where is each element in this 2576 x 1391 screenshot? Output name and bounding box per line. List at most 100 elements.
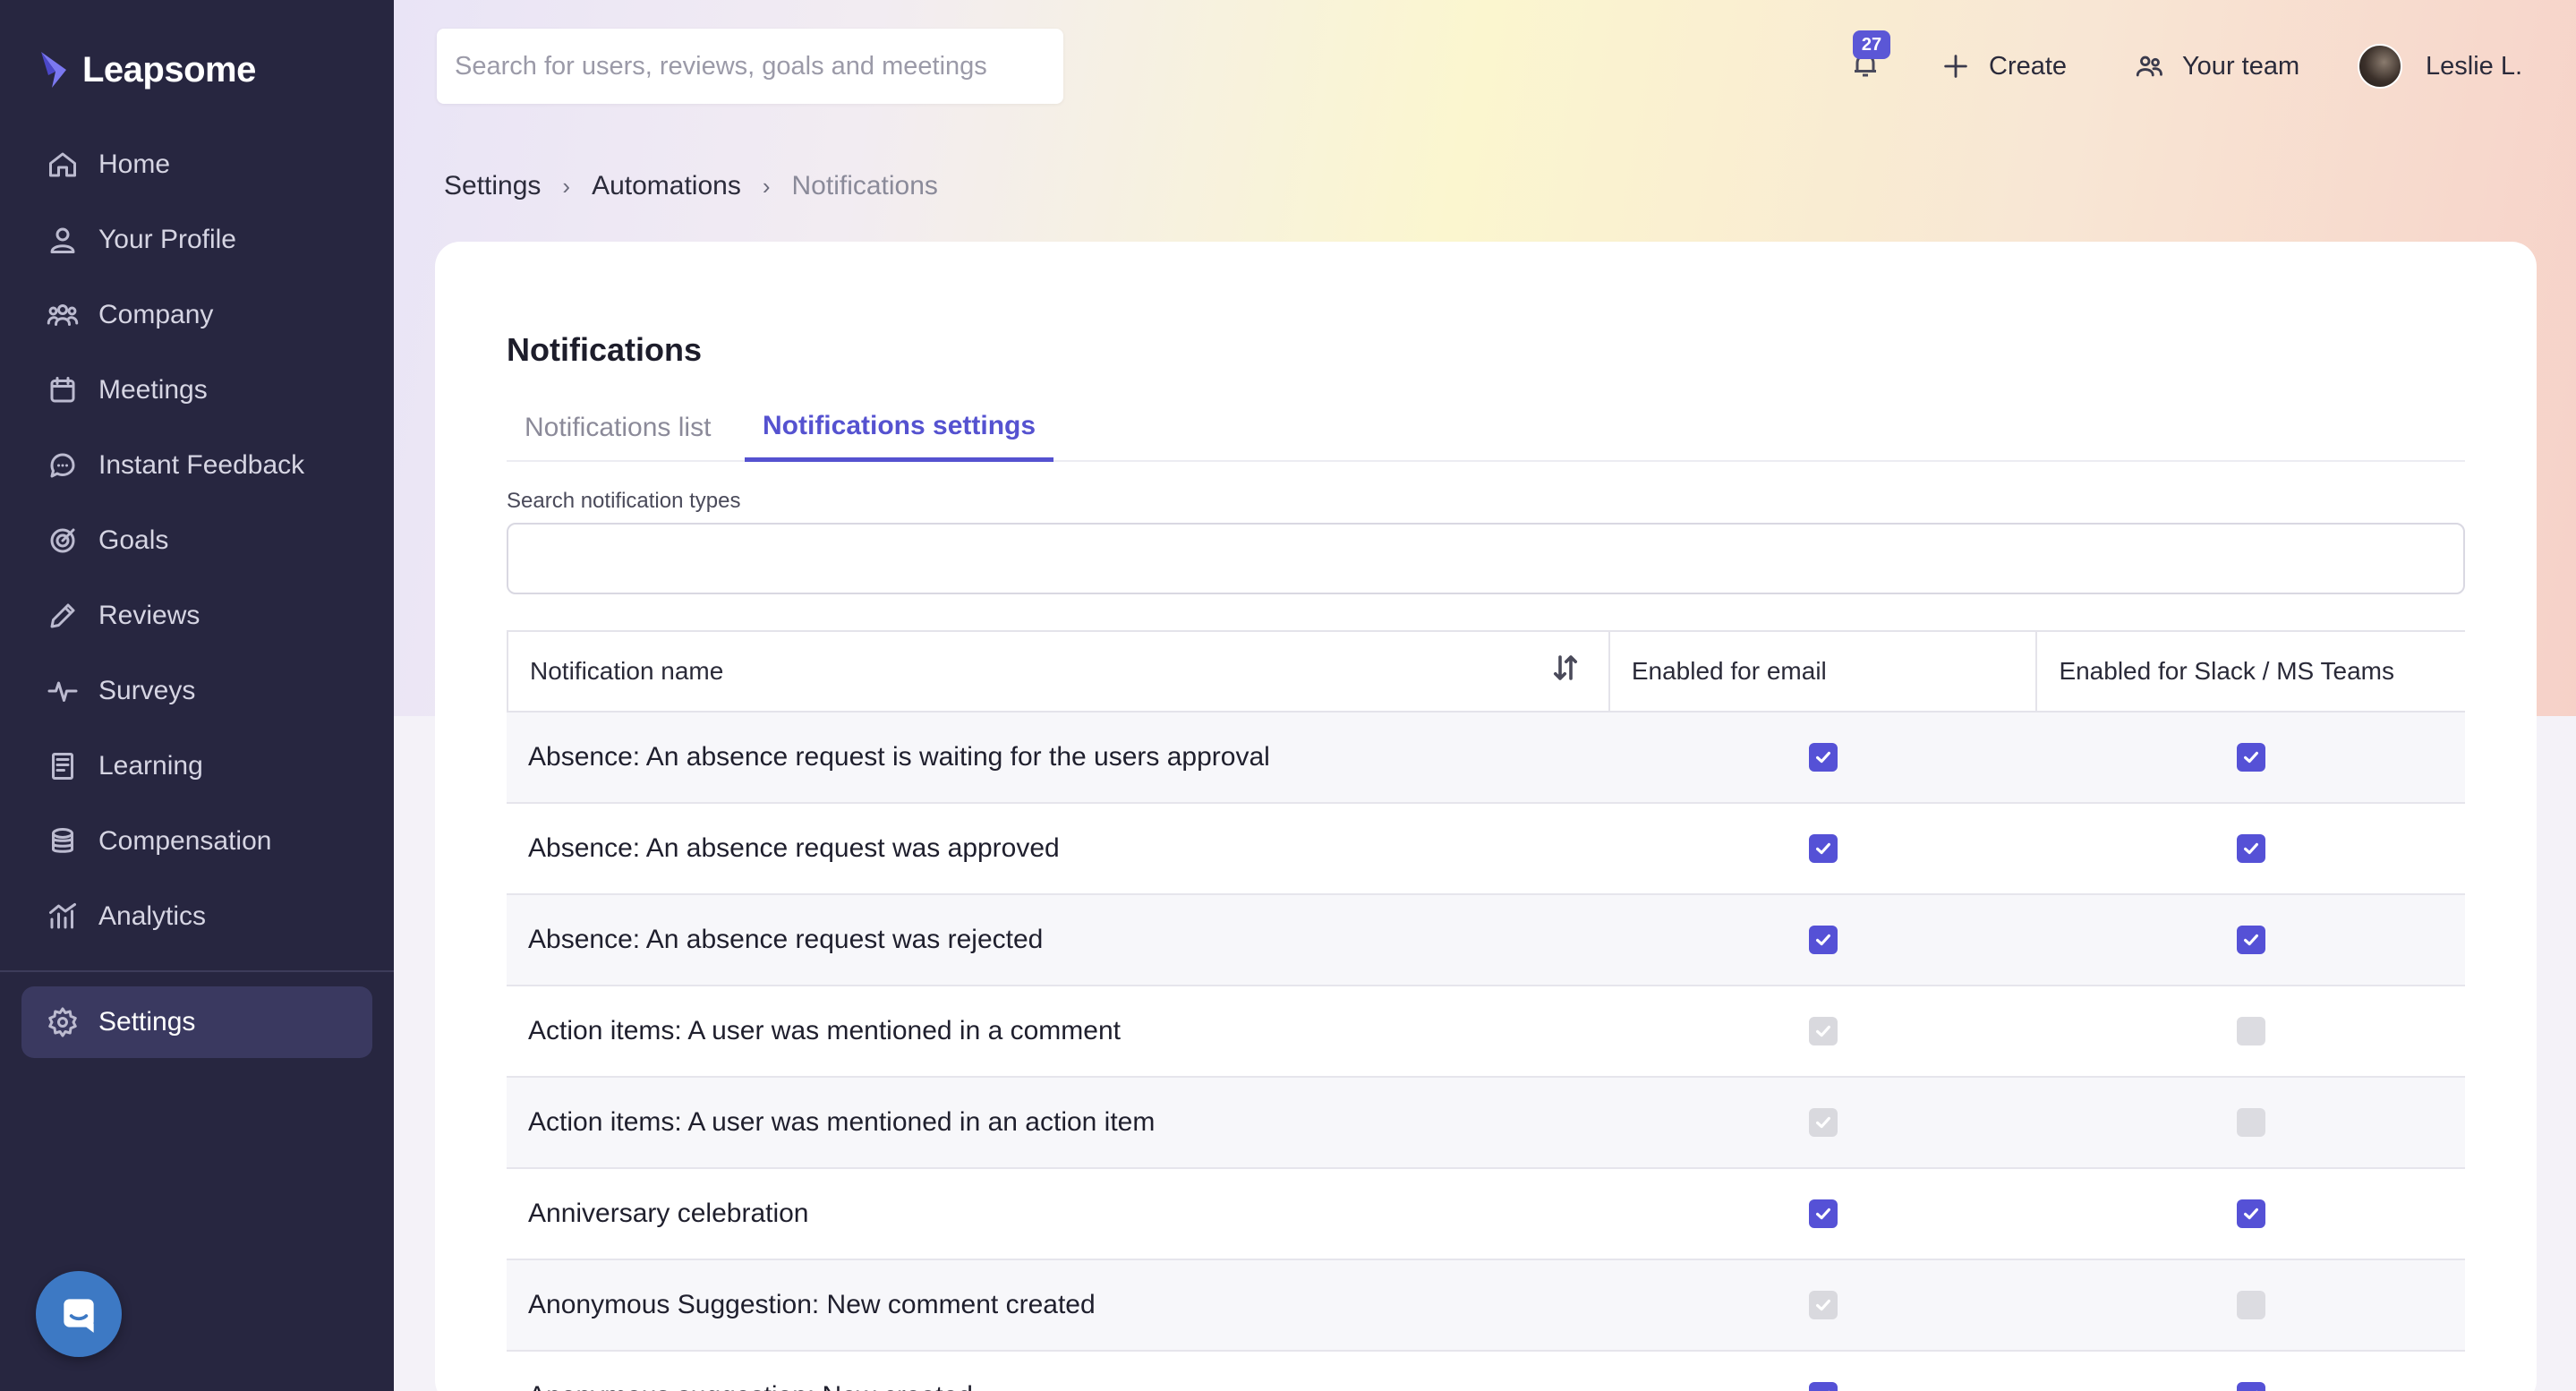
email-enabled-checkbox[interactable] bbox=[1809, 743, 1838, 772]
pencil-icon bbox=[45, 598, 81, 634]
table-row: Absence: An absence request is waiting f… bbox=[507, 713, 2465, 804]
notification-name: Absence: An absence request is waiting f… bbox=[528, 742, 1270, 772]
breadcrumb-automations[interactable]: Automations bbox=[592, 171, 741, 201]
sidebar-item-company[interactable]: Company bbox=[21, 277, 372, 353]
email-enabled-checkbox[interactable] bbox=[1809, 834, 1838, 863]
leapsome-logo[interactable]: Leapsome bbox=[39, 45, 256, 95]
chat-icon bbox=[45, 448, 81, 483]
table-row: Anonymous Suggestion: New comment create… bbox=[507, 1260, 2465, 1352]
sidebar-item-label: Surveys bbox=[98, 676, 196, 705]
sidebar-item-learning[interactable]: Learning bbox=[21, 729, 372, 804]
notification-name: Action items: A user was mentioned in a … bbox=[528, 1016, 1121, 1045]
table-row: Action items: A user was mentioned in a … bbox=[507, 986, 2465, 1078]
email-enabled-checkbox[interactable] bbox=[1809, 926, 1838, 954]
search-notification-types-input[interactable] bbox=[507, 523, 2465, 594]
slack-cell bbox=[2037, 926, 2465, 954]
table-row: Anonymous suggestion: New created bbox=[507, 1352, 2465, 1391]
notifications-button[interactable]: 27 bbox=[1840, 30, 1894, 84]
slack-enabled-checkbox[interactable] bbox=[2237, 1382, 2265, 1391]
breadcrumb-settings[interactable]: Settings bbox=[444, 171, 541, 201]
slack-enabled-checkbox bbox=[2237, 1108, 2265, 1137]
slack-enabled-checkbox bbox=[2237, 1291, 2265, 1319]
sidebar-divider bbox=[0, 970, 394, 972]
notifications-card: Notifications Notifications list Notific… bbox=[435, 242, 2537, 1391]
sidebar-item-your-profile[interactable]: Your Profile bbox=[21, 202, 372, 277]
sidebar-item-label: Analytics bbox=[98, 901, 207, 931]
breadcrumb: Settings › Automations › Notifications bbox=[444, 166, 938, 206]
global-search-input[interactable]: Search for users, reviews, goals and mee… bbox=[437, 29, 1063, 104]
email-enabled-checkbox bbox=[1809, 1108, 1838, 1137]
email-enabled-checkbox[interactable] bbox=[1809, 1382, 1838, 1391]
slack-enabled-checkbox[interactable] bbox=[2237, 743, 2265, 772]
chevron-right-icon: › bbox=[762, 172, 771, 200]
tab-notifications-list[interactable]: Notifications list bbox=[507, 394, 729, 462]
book-icon bbox=[45, 748, 81, 784]
slack-cell bbox=[2037, 1382, 2465, 1391]
brand-name: Leapsome bbox=[82, 49, 256, 90]
users-icon bbox=[45, 297, 81, 333]
column-header-enabled-for-slack: Enabled for Slack / MS Teams bbox=[2037, 632, 2465, 711]
sidebar-item-settings[interactable]: Settings bbox=[21, 986, 372, 1058]
sidebar: Leapsome Home Your Profile Company Meeti… bbox=[0, 0, 394, 1391]
notification-name: Anonymous suggestion: New created bbox=[507, 1381, 1609, 1391]
user-menu[interactable]: Leslie L. bbox=[2358, 27, 2522, 106]
global-search-placeholder: Search for users, reviews, goals and mee… bbox=[455, 51, 987, 81]
sidebar-item-label: Home bbox=[98, 149, 171, 179]
sidebar-item-goals[interactable]: Goals bbox=[21, 503, 372, 578]
slack-enabled-checkbox[interactable] bbox=[2237, 1199, 2265, 1228]
table-row: Absence: An absence request was approved bbox=[507, 804, 2465, 895]
chat-widget-icon bbox=[64, 1299, 94, 1333]
slack-enabled-checkbox[interactable] bbox=[2237, 926, 2265, 954]
gear-icon bbox=[45, 1004, 81, 1040]
sidebar-item-home[interactable]: Home bbox=[21, 127, 372, 202]
sidebar-item-label: Goals bbox=[98, 525, 169, 555]
home-icon bbox=[45, 147, 81, 183]
slack-cell bbox=[2037, 1199, 2465, 1228]
slack-cell bbox=[2037, 743, 2465, 772]
sidebar-item-label: Learning bbox=[98, 751, 203, 781]
sidebar-item-label: Meetings bbox=[98, 375, 208, 405]
email-cell bbox=[1609, 1108, 2037, 1137]
slack-cell bbox=[2037, 1017, 2465, 1045]
email-cell bbox=[1609, 743, 2037, 772]
column-header-label: Notification name bbox=[530, 657, 724, 685]
coins-icon bbox=[45, 824, 81, 859]
email-enabled-checkbox[interactable] bbox=[1809, 1199, 1838, 1228]
user-name: Leslie L. bbox=[2426, 51, 2523, 81]
your-team-label: Your team bbox=[2182, 51, 2300, 81]
plus-icon bbox=[1944, 55, 1967, 78]
sidebar-item-reviews[interactable]: Reviews bbox=[21, 578, 372, 653]
sidebar-item-label: Compensation bbox=[98, 826, 272, 856]
email-cell bbox=[1609, 1017, 2037, 1045]
create-button[interactable]: Create bbox=[1941, 27, 2067, 106]
sidebar-item-analytics[interactable]: Analytics bbox=[21, 879, 372, 954]
column-header-label: Enabled for email bbox=[1631, 657, 1827, 685]
slack-enabled-checkbox[interactable] bbox=[2237, 834, 2265, 863]
sort-icon[interactable] bbox=[1549, 652, 1585, 687]
email-cell bbox=[1609, 1382, 2037, 1391]
tabs: Notifications list Notifications setting… bbox=[507, 394, 2465, 462]
sidebar-item-instant-feedback[interactable]: Instant Feedback bbox=[21, 428, 372, 503]
sidebar-item-label: Your Profile bbox=[98, 225, 236, 254]
email-enabled-checkbox bbox=[1809, 1291, 1838, 1319]
tab-notifications-settings[interactable]: Notifications settings bbox=[745, 394, 1054, 462]
sidebar-item-compensation[interactable]: Compensation bbox=[21, 804, 372, 879]
column-header-enabled-for-email: Enabled for email bbox=[1610, 632, 2038, 711]
logo-icon bbox=[41, 52, 66, 88]
sidebar-item-meetings[interactable]: Meetings bbox=[21, 353, 372, 428]
chevron-right-icon: › bbox=[562, 172, 571, 200]
notification-name: Absence: An absence request was rejected bbox=[528, 925, 1044, 954]
your-team-button[interactable]: Your team bbox=[2134, 27, 2299, 106]
sidebar-item-label: Settings bbox=[98, 1007, 196, 1037]
target-icon bbox=[45, 523, 81, 559]
create-label: Create bbox=[1989, 51, 2068, 81]
table-body: Absence: An absence request is waiting f… bbox=[507, 713, 2465, 1391]
notification-name: Action items: A user was mentioned in an… bbox=[528, 1107, 1156, 1137]
sidebar-item-surveys[interactable]: Surveys bbox=[21, 653, 372, 729]
table-row: Anniversary celebration bbox=[507, 1169, 2465, 1260]
email-cell bbox=[1609, 834, 2037, 863]
column-header-notification-name[interactable]: Notification name bbox=[508, 632, 1610, 711]
notification-name: Anonymous Suggestion: New comment create… bbox=[528, 1290, 1096, 1319]
support-chat-button[interactable] bbox=[36, 1271, 122, 1357]
search-notification-types-label: Search notification types bbox=[507, 489, 741, 513]
